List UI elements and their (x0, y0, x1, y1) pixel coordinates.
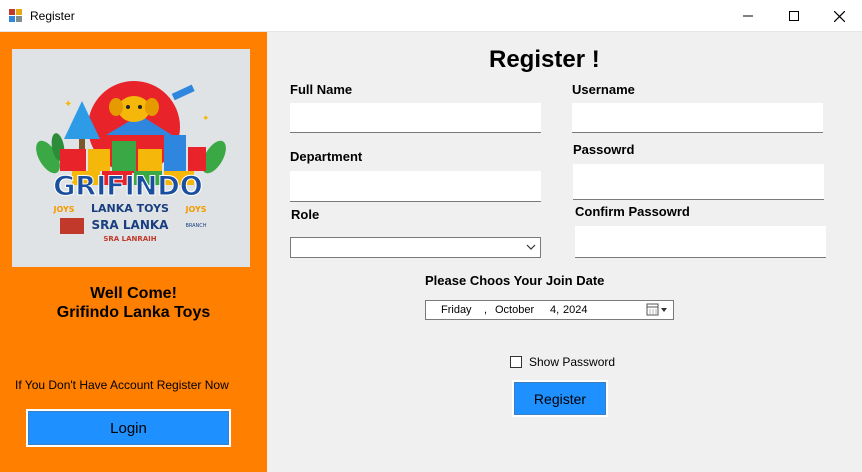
role-select[interactable] (290, 237, 541, 258)
logo-line2-small: BRANCH (185, 223, 206, 229)
logo-line2: SRA LANKA (92, 218, 170, 232)
logo-line3: SRA LANRAIH (103, 235, 156, 243)
maximize-button[interactable] (771, 0, 817, 32)
join-date-label: Please Choos Your Join Date (425, 273, 605, 288)
window-title: Register (30, 9, 75, 23)
welcome-line1: Well Come! (90, 285, 177, 302)
show-password-checkbox[interactable] (510, 356, 522, 368)
app-icon (9, 9, 22, 22)
close-icon (833, 10, 845, 22)
date-year: 2024 (563, 304, 588, 316)
confirm-password-label: Confirm Passowrd (575, 204, 690, 219)
company-logo: ✦ ✦ GRIFINDO JOYS LANKA TOYS JOYS SRA LA… (12, 49, 250, 267)
password-label: Passowrd (573, 142, 635, 157)
date-weekday: Friday (441, 304, 472, 316)
minimize-icon (743, 15, 753, 17)
minimize-button[interactable] (725, 0, 771, 32)
password-input[interactable] (573, 164, 824, 200)
username-label: Username (572, 82, 635, 97)
maximize-icon (789, 11, 799, 21)
role-label: Role (291, 207, 320, 222)
date-separator: , (484, 304, 488, 316)
department-label: Department (290, 149, 363, 164)
username-input[interactable] (572, 103, 823, 133)
show-password-label: Show Password (529, 355, 616, 369)
svg-text:✦: ✦ (202, 114, 210, 124)
window-titlebar: Register (0, 0, 862, 32)
left-panel: ✦ ✦ GRIFINDO JOYS LANKA TOYS JOYS SRA LA… (0, 32, 267, 472)
close-button[interactable] (816, 0, 862, 32)
department-input[interactable] (290, 171, 541, 202)
logo-illustration: ✦ ✦ GRIFINDO JOYS LANKA TOYS JOYS SRA LA… (36, 81, 226, 243)
logo-decor-left: JOYS (52, 205, 74, 214)
join-date-picker[interactable]: Friday , October 4, 2024 (425, 300, 674, 320)
logo-line1: LANKA TOYS (91, 202, 169, 215)
svg-text:✦: ✦ (64, 99, 72, 110)
confirm-password-input[interactable] (575, 226, 826, 258)
welcome-line2: Grifindo Lanka Toys (56, 304, 211, 321)
register-button[interactable]: Register (512, 380, 608, 417)
full-name-input[interactable] (290, 103, 541, 133)
calendar-dropdown-icon[interactable] (646, 303, 670, 317)
logo-decor-right: JOYS (184, 205, 206, 214)
full-name-label: Full Name (290, 82, 353, 97)
page-title: Register ! (489, 46, 600, 73)
logo-title: GRIFINDO (53, 171, 202, 202)
chevron-down-icon (526, 244, 536, 250)
login-button[interactable]: Login (26, 409, 231, 447)
date-day: 4, (550, 304, 560, 316)
date-month: October (495, 304, 535, 316)
show-password-toggle[interactable]: Show Password (510, 355, 615, 369)
register-hint: If You Don't Have Account Register Now (15, 378, 229, 392)
